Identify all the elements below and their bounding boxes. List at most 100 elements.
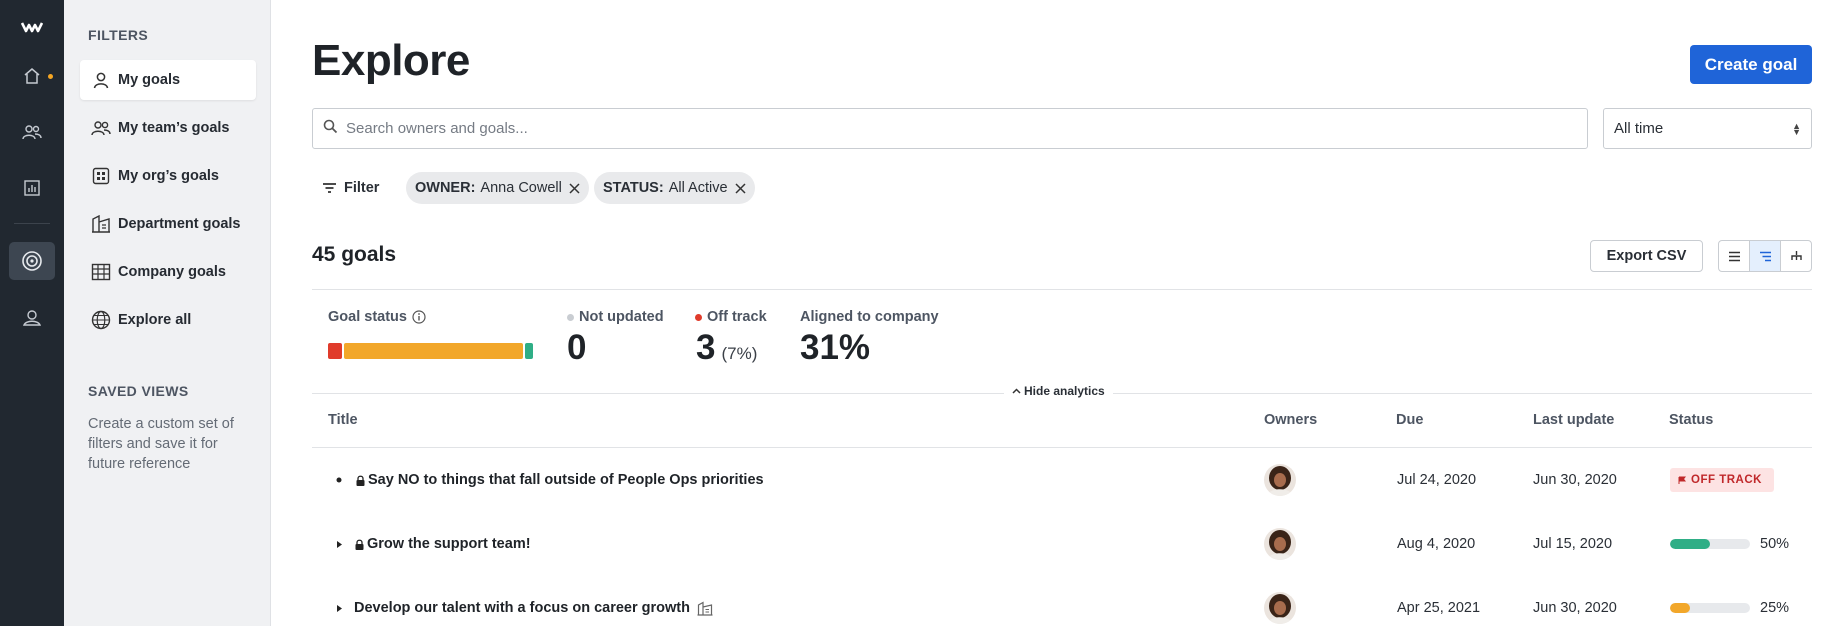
close-icon[interactable] <box>569 182 580 194</box>
analytics-icon[interactable] <box>9 169 55 207</box>
time-range-value: All time <box>1614 120 1664 137</box>
status-cell: OFF TRACK <box>1670 448 1774 512</box>
building-icon <box>697 600 713 616</box>
status-segment-on-track <box>524 343 533 359</box>
chip-value: Anna Cowell <box>480 180 562 196</box>
filter-company-goals[interactable]: Company goals <box>80 252 256 292</box>
time-range-select[interactable]: All time ▲ ▼ <box>1603 108 1812 149</box>
filter-department-goals[interactable]: Department goals <box>80 204 256 244</box>
owner-filter-chip: OWNER: Anna Cowell <box>406 172 589 204</box>
bullet-icon <box>336 477 350 483</box>
goal-title-link[interactable]: Say NO to things that fall outside of Pe… <box>368 472 764 488</box>
aligned-label: Aligned to company <box>800 309 939 325</box>
person-icon <box>90 69 112 91</box>
status-segment-off-track <box>328 343 343 359</box>
filter-label: My goals <box>118 72 181 88</box>
filter-my-team-goals[interactable]: My team’s goals <box>80 108 256 148</box>
owner-cell <box>1264 512 1296 576</box>
progress-fill <box>1670 539 1710 549</box>
filter-my-org-goals[interactable]: My org’s goals <box>80 156 256 196</box>
table-row[interactable]: Say NO to things that fall outside of Pe… <box>312 448 1812 512</box>
column-due[interactable]: Due <box>1396 412 1423 428</box>
due-date: Aug 4, 2020 <box>1397 536 1476 552</box>
goal-title-link[interactable]: Grow the support team! <box>367 536 531 552</box>
tree-view-icon[interactable] <box>1781 241 1811 271</box>
hide-analytics-button[interactable]: Hide analytics <box>1004 384 1113 398</box>
lock-icon <box>355 539 364 550</box>
goal-count: 45 goals <box>312 243 397 266</box>
goal-title-cell: Grow the support team! <box>336 512 531 576</box>
search-box <box>312 108 1588 149</box>
off-track-label: Off track <box>695 309 767 325</box>
table-row[interactable]: Develop our talent with a focus on caree… <box>312 576 1812 626</box>
list-view-icon[interactable] <box>1719 241 1750 271</box>
people-icon[interactable] <box>9 113 55 151</box>
column-status[interactable]: Status <box>1669 412 1713 428</box>
filters-panel: FILTERS My goals My team’s goals My org’… <box>64 0 271 626</box>
not-updated-dot <box>567 313 574 321</box>
filter-explore-all[interactable]: Explore all <box>80 300 256 340</box>
goal-status-label: Goal status <box>328 309 426 325</box>
progress-fill <box>1670 603 1690 613</box>
progress-bar <box>1670 539 1750 549</box>
avatar[interactable] <box>1264 592 1296 624</box>
not-updated-value: 0 <box>567 328 587 367</box>
filter-label: Company goals <box>118 264 226 280</box>
column-last-update[interactable]: Last update <box>1533 412 1614 428</box>
search-input[interactable] <box>346 120 1546 137</box>
off-track-count: 3 <box>696 328 716 367</box>
not-updated-label: Not updated <box>567 309 664 325</box>
not-updated-text: Not updated <box>579 309 664 325</box>
indented-view-icon[interactable] <box>1750 241 1781 271</box>
aligned-value: 31% <box>800 328 871 367</box>
close-icon[interactable] <box>735 182 746 194</box>
create-goal-button[interactable]: Create goal <box>1690 45 1812 84</box>
expand-caret-icon[interactable] <box>336 540 350 549</box>
goal-title-cell: Say NO to things that fall outside of Pe… <box>336 448 764 512</box>
expand-caret-icon[interactable] <box>336 604 350 613</box>
column-title[interactable]: Title <box>328 412 358 428</box>
notification-dot <box>48 74 53 79</box>
logo-icon[interactable] <box>9 8 55 46</box>
hide-analytics-label: Hide analytics <box>1024 384 1105 398</box>
due-date: Apr 25, 2021 <box>1397 600 1481 616</box>
status-segment-at-risk <box>344 343 523 359</box>
progress-bar <box>1670 603 1750 613</box>
goals-target-icon[interactable] <box>9 242 55 280</box>
filter-my-goals[interactable]: My goals <box>80 60 256 100</box>
filter-button[interactable]: Filter <box>322 177 379 199</box>
org-icon <box>90 165 112 187</box>
profile-icon[interactable] <box>9 299 55 337</box>
column-owners[interactable]: Owners <box>1264 412 1317 428</box>
saved-views-description: Create a custom set of filters and save … <box>88 416 234 472</box>
search-icon <box>323 119 338 139</box>
chip-value: All Active <box>668 180 728 196</box>
due-date: Jul 24, 2020 <box>1397 472 1477 488</box>
avatar[interactable] <box>1264 528 1296 560</box>
info-icon[interactable] <box>412 310 426 324</box>
team-icon <box>90 117 112 139</box>
export-csv-button[interactable]: Export CSV <box>1590 240 1703 272</box>
page-title: Explore <box>312 36 470 85</box>
status-cell: 50% <box>1670 512 1789 576</box>
progress-label: 25% <box>1760 600 1790 616</box>
company-icon <box>90 261 112 283</box>
goal-title-link[interactable]: Develop our talent with a focus on caree… <box>354 600 690 616</box>
table-row[interactable]: Grow the support team! Aug 4, 2020 Jul 1… <box>312 512 1812 576</box>
goal-title-cell: Develop our talent with a focus on caree… <box>336 576 713 626</box>
filter-lines-icon <box>322 182 337 194</box>
chevron-up-icon <box>1012 388 1021 394</box>
chip-key: OWNER: <box>415 180 476 196</box>
goal-status-text: Goal status <box>328 309 407 325</box>
last-update: Jul 15, 2020 <box>1533 536 1613 552</box>
avatar[interactable] <box>1264 464 1296 496</box>
off-track-dot <box>695 313 702 321</box>
globe-icon <box>90 309 112 331</box>
status-cell: 25% <box>1670 576 1789 626</box>
status-filter-chip: STATUS: All Active <box>594 172 755 204</box>
off-track-percent: (7%) <box>721 344 758 363</box>
off-track-icon <box>1678 476 1686 485</box>
filter-label: My org’s goals <box>118 168 219 184</box>
view-toggle <box>1718 240 1812 272</box>
saved-views-heading: SAVED VIEWS <box>88 383 189 399</box>
